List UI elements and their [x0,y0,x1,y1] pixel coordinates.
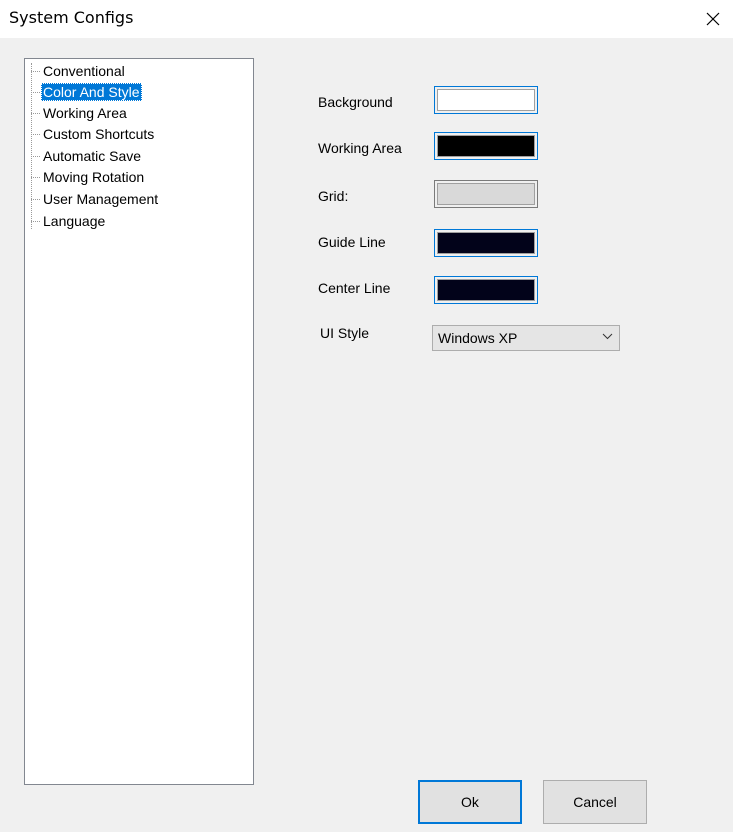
working-area-label: Working Area [318,140,402,156]
guide-line-label: Guide Line [318,234,386,250]
tree-branch [31,71,40,72]
tree-item-label: Automatic Save [43,148,142,164]
tree-item-label: Color And Style [41,83,142,101]
tree-item-conventional[interactable]: Conventional [31,61,127,81]
tree-item-custom-shortcuts[interactable]: Custom Shortcuts [31,124,156,144]
tree-branch [31,134,40,135]
grid-label: Grid: [318,188,349,204]
center-line-color-swatch[interactable] [434,276,538,304]
tree-item-label: Conventional [43,63,125,79]
ok-button[interactable]: Ok [418,780,522,824]
working-area-color-swatch[interactable] [434,132,538,160]
chevron-down-icon [602,333,613,340]
tree-item-label: Custom Shortcuts [43,126,155,142]
grid-color-swatch[interactable] [434,180,538,208]
tree-item-label: Working Area [43,105,127,121]
guide-line-color-swatch[interactable] [434,229,538,257]
close-icon [706,12,720,26]
tree-connector-line [31,63,32,229]
cancel-button[interactable]: Cancel [543,780,647,824]
tree-item-color-and-style[interactable]: Color And Style [31,82,142,102]
ui-style-label: UI Style [320,325,370,341]
background-label: Background [318,94,393,110]
ui-style-selected-value: Windows XP [438,330,518,346]
tree-branch [31,221,40,222]
center-line-color-fill [437,279,535,301]
background-color-fill [437,89,535,111]
guide-line-color-fill [437,232,535,254]
tree-item-label: Language [43,213,106,229]
working-area-color-fill [437,135,535,157]
tree-branch [31,156,40,157]
tree-item-automatic-save[interactable]: Automatic Save [31,146,143,166]
tree-item-user-management[interactable]: User Management [31,189,160,209]
window-title: System Configs [9,8,134,27]
grid-color-fill [437,183,535,205]
close-button[interactable] [699,6,727,32]
tree-item-moving-rotation[interactable]: Moving Rotation [31,167,146,187]
tree-item-language[interactable]: Language [31,211,107,231]
tree-branch [31,199,40,200]
ui-style-select[interactable]: Windows XP [432,325,620,351]
center-line-label: Center Line [318,280,391,296]
tree-branch [31,92,40,93]
tree-item-working-area[interactable]: Working Area [31,103,129,123]
settings-tree[interactable]: Conventional Color And Style Working Are… [24,58,254,785]
tree-item-label: User Management [43,191,159,207]
dialog-body: Conventional Color And Style Working Are… [0,38,733,832]
title-bar: System Configs [0,0,733,38]
tree-branch [31,113,40,114]
background-color-swatch[interactable] [434,86,538,114]
tree-branch [31,177,40,178]
tree-item-label: Moving Rotation [43,169,145,185]
